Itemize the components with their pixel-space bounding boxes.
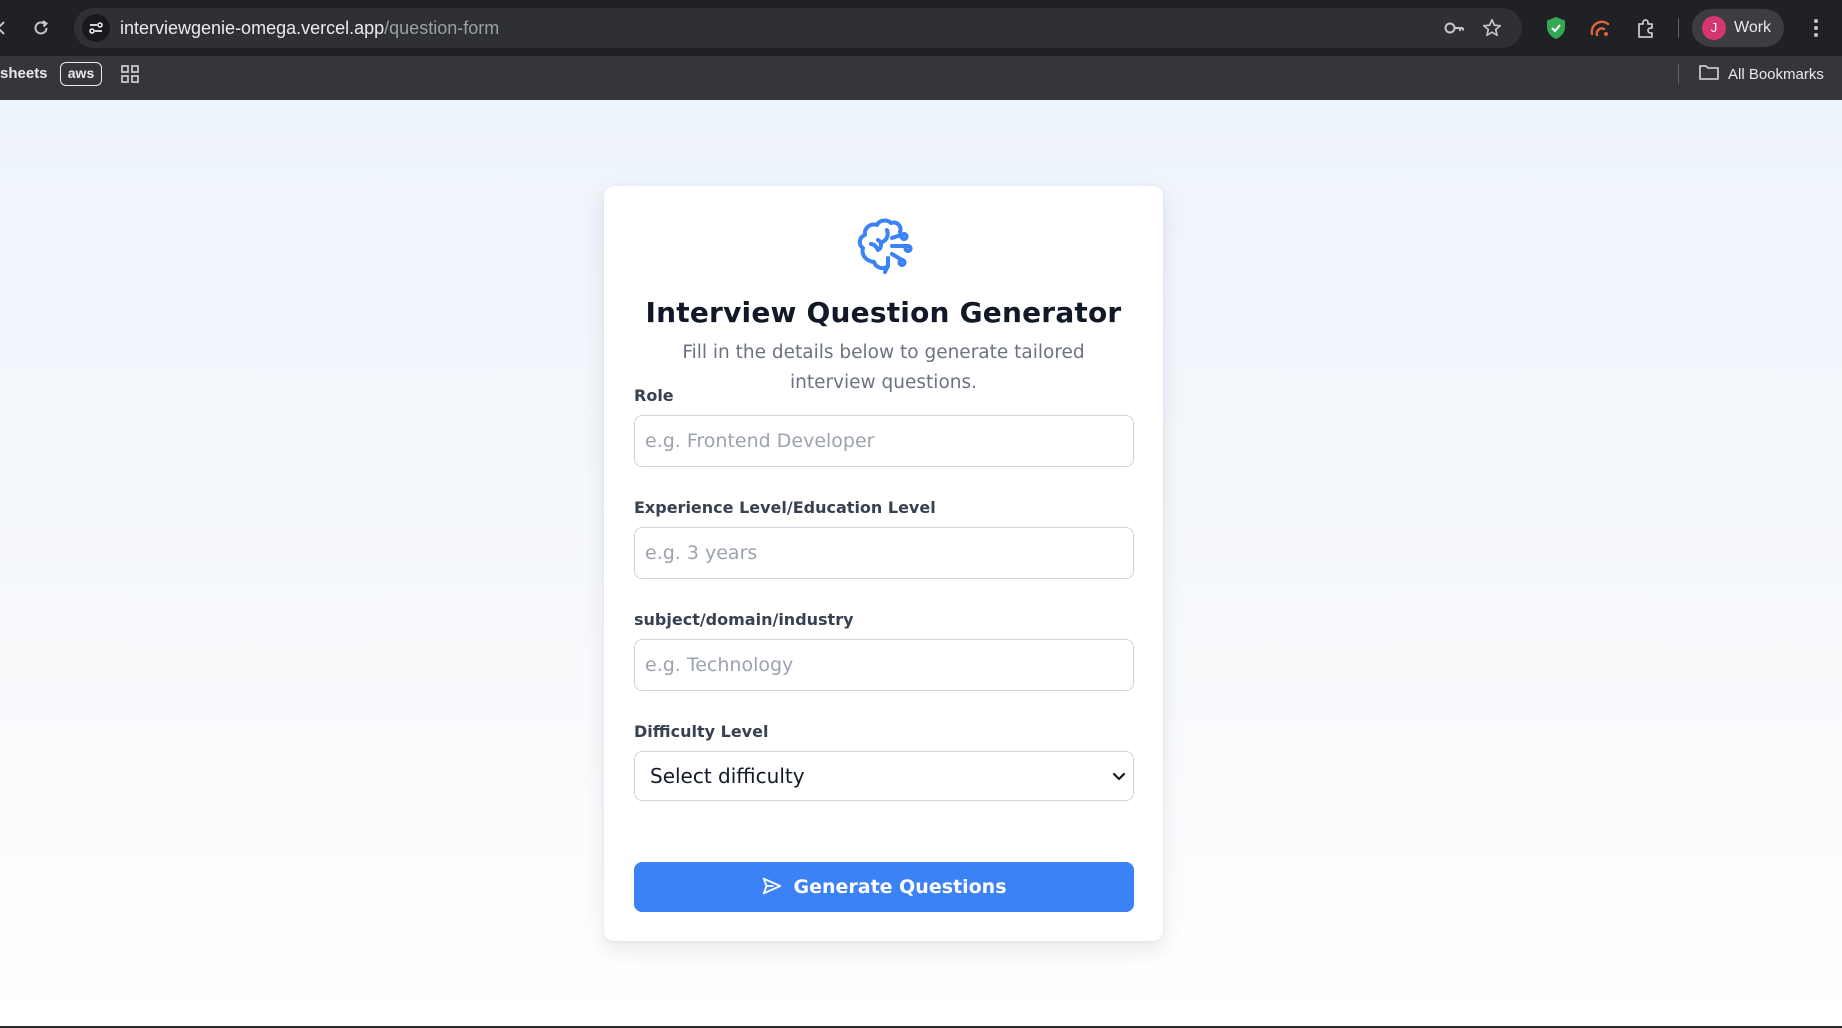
form-title: Interview Question Generator [645, 296, 1122, 329]
toolbar-divider [1678, 18, 1679, 38]
chevron-down-icon [1111, 768, 1127, 784]
site-info-icon[interactable] [82, 14, 110, 42]
reload-icon[interactable] [27, 14, 55, 42]
difficulty-select[interactable]: Select difficulty [634, 751, 1134, 801]
all-bookmarks-label: All Bookmarks [1728, 65, 1824, 83]
profile-button[interactable]: J Work [1692, 9, 1784, 47]
profile-label: Work [1734, 19, 1772, 36]
generate-questions-button[interactable]: Generate Questions [634, 862, 1134, 912]
generate-questions-label: Generate Questions [793, 876, 1007, 898]
form-subtitle: Fill in the details below to generate ta… [682, 342, 1085, 393]
back-icon[interactable] [0, 14, 16, 42]
password-key-icon[interactable] [1442, 16, 1466, 40]
bookmark-star-icon[interactable] [1480, 16, 1504, 40]
folder-icon [1698, 63, 1720, 85]
browser-toolbar: interviewgenie-omega.vercel.app/question… [0, 0, 1842, 56]
experience-input[interactable] [634, 527, 1134, 579]
address-bar[interactable]: interviewgenie-omega.vercel.app/question… [74, 8, 1522, 48]
page-background: Interview Question Generator Fill in the… [0, 100, 1842, 1028]
bookmark-aws[interactable]: aws [60, 62, 102, 86]
bookmarks-bar [0, 56, 1842, 100]
avatar: J [1702, 16, 1726, 40]
domain-input[interactable] [634, 639, 1134, 691]
role-input[interactable] [634, 415, 1134, 467]
extension-icon[interactable] [1586, 14, 1614, 42]
brain-icon [852, 214, 916, 278]
url-host: interviewgenie-omega.vercel.app [120, 18, 385, 38]
extensions-puzzle-icon[interactable] [1632, 14, 1660, 42]
all-bookmarks[interactable]: All Bookmarks [1698, 62, 1824, 86]
shield-extension-icon[interactable] [1542, 14, 1570, 42]
question-form-card: Interview Question Generator Fill in the… [604, 186, 1163, 941]
experience-label: Experience Level/Education Level [634, 498, 936, 517]
url-text[interactable]: interviewgenie-omega.vercel.app/question… [120, 8, 499, 48]
role-label: Role [634, 386, 674, 405]
apps-grid-icon[interactable] [118, 62, 142, 86]
kebab-menu-icon[interactable] [1802, 14, 1830, 42]
bookmarks-divider [1678, 64, 1679, 84]
bookmark-sheets[interactable]: sheets [0, 64, 48, 84]
difficulty-selected-value: Select difficulty [650, 764, 805, 788]
url-path: /question-form [384, 18, 500, 38]
send-icon [761, 875, 783, 900]
difficulty-label: Difficulty Level [634, 722, 769, 741]
domain-label: subject/domain/industry [634, 610, 854, 629]
